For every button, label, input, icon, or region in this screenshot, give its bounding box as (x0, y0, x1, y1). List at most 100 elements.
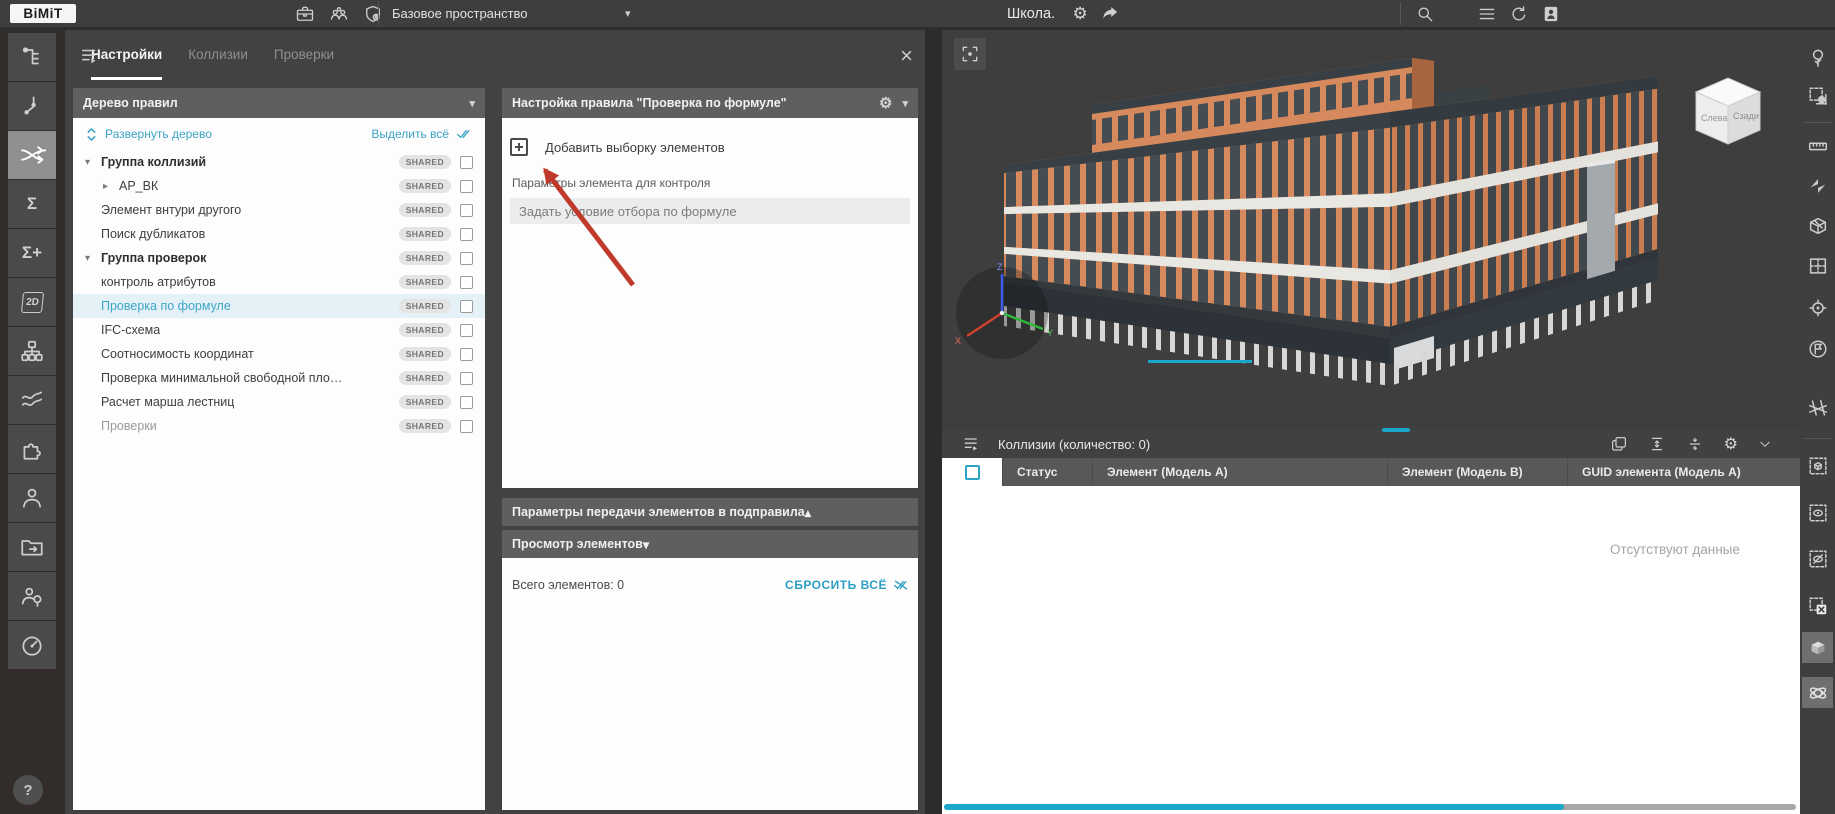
measure-between-icon[interactable] (1802, 392, 1833, 423)
projects-briefcase-icon[interactable] (292, 1, 318, 27)
row-checkbox[interactable] (460, 420, 473, 433)
tab-settings[interactable]: Настройки (91, 30, 162, 80)
orbit-mode-icon[interactable] (1802, 677, 1833, 708)
viewport-3d[interactable]: Слева Сзади Z Y X Коллизии (количество: … (942, 30, 1800, 814)
row-checkbox[interactable] (460, 180, 473, 193)
row-checkbox[interactable] (460, 348, 473, 361)
tab-checks[interactable]: Проверки (274, 30, 334, 80)
model-tree-icon[interactable] (8, 33, 56, 81)
caret-icon[interactable]: ▾ (85, 157, 101, 168)
tree-row[interactable]: ▾Группа коллизийSHARED (73, 150, 485, 174)
tree-row[interactable]: Проверка минимальной свободной площади с… (73, 366, 485, 390)
capture-selection-icon[interactable] (1802, 80, 1833, 111)
tree-row[interactable]: Расчет марша лестницSHARED (73, 390, 485, 414)
column-header[interactable]: Статус (1002, 458, 1092, 486)
group-copy-icon[interactable] (1610, 435, 1628, 453)
fit-rows-height-icon[interactable] (1648, 435, 1666, 453)
tree-row[interactable]: IFC-схемаSHARED (73, 318, 485, 342)
scrollbar-thumb[interactable] (944, 804, 1564, 810)
column-header[interactable]: Элемент (Модель B) (1387, 458, 1567, 486)
rule-settings-chevron-icon[interactable]: ▾ (902, 97, 908, 110)
isolate-elements-icon[interactable] (1802, 450, 1833, 481)
collisions-menu-icon[interactable] (962, 434, 982, 454)
tree-row[interactable]: ▸АР_ВКSHARED (73, 174, 485, 198)
expand-collapse-icon[interactable] (85, 127, 98, 142)
workspace-chevron-icon[interactable]: ▾ (625, 0, 631, 27)
flag-marker-icon[interactable] (1802, 333, 1833, 364)
trend-lines-icon[interactable] (8, 376, 56, 424)
gauge-icon[interactable] (8, 621, 56, 669)
row-checkbox[interactable] (460, 372, 473, 385)
preview-elements-header[interactable]: Просмотр элементов ▾ (502, 530, 918, 558)
select-all-checkbox[interactable] (965, 465, 980, 480)
project-settings-gear-icon[interactable]: ⚙ (1067, 1, 1093, 27)
hide-elements-icon[interactable] (1802, 543, 1833, 574)
team-users-icon[interactable] (326, 1, 352, 27)
tree-row[interactable]: ПроверкиSHARED (73, 414, 485, 438)
panel-drag-handle[interactable] (1382, 428, 1410, 432)
row-checkbox[interactable] (460, 324, 473, 337)
user-badge-icon[interactable] (1538, 1, 1564, 27)
sync-icon[interactable] (1506, 1, 1532, 27)
section-box-icon[interactable] (1802, 210, 1833, 241)
clear-selection-icon[interactable] (1802, 590, 1833, 621)
org-chart-icon[interactable] (8, 327, 56, 375)
collapse-chevron-icon[interactable]: ▾ (469, 97, 475, 110)
focus-view-icon[interactable] (954, 38, 986, 70)
transfer-chevron-up-icon[interactable]: ▴ (805, 505, 811, 520)
panel-menu-icon[interactable] (79, 45, 101, 67)
row-checkbox[interactable] (460, 396, 473, 409)
preview-chevron-down-icon[interactable]: ▾ (643, 537, 649, 552)
expand-tree-link[interactable]: Развернуть дерево (105, 127, 212, 141)
sigma-icon[interactable]: Σ (8, 180, 56, 228)
list-menu-icon[interactable] (1474, 1, 1500, 27)
rule-settings-gear-icon[interactable]: ⚙ (879, 94, 892, 112)
locate-target-icon[interactable] (1802, 292, 1833, 323)
tree-row[interactable]: Поиск дубликатовSHARED (73, 222, 485, 246)
tree-row[interactable]: Проверка по формулеSHARED (73, 294, 485, 318)
tab-collisions[interactable]: Коллизии (188, 30, 248, 80)
select-branch-icon[interactable] (8, 82, 56, 130)
collision-check-icon[interactable] (8, 131, 56, 179)
clash-flash-icon[interactable] (1802, 170, 1833, 201)
compress-rows-icon[interactable] (1686, 435, 1704, 453)
rule-tree-header[interactable]: Дерево правил ▾ (73, 88, 485, 118)
ruler-icon[interactable] (1802, 130, 1833, 161)
add-selection-button[interactable]: Добавить выборку элементов (510, 138, 725, 156)
floor-plan-icon[interactable] (1802, 250, 1833, 281)
vegetation-icon[interactable] (1802, 42, 1833, 73)
row-checkbox[interactable] (460, 204, 473, 217)
row-checkbox[interactable] (460, 300, 473, 313)
reset-all-button[interactable]: СБРОСИТЬ ВСЁ (785, 578, 910, 592)
caret-icon[interactable]: ▾ (85, 253, 101, 264)
transfer-params-header[interactable]: Параметры передачи элементов в подправил… (502, 498, 918, 526)
share-icon[interactable] (1097, 1, 1123, 27)
column-header[interactable]: GUID элемента (Модель A) (1567, 458, 1800, 486)
caret-icon[interactable]: ▸ (103, 181, 119, 192)
view-cube[interactable]: Слева Сзади (1684, 66, 1772, 152)
search-icon[interactable] (1412, 1, 1438, 27)
row-checkbox[interactable] (460, 276, 473, 289)
2d-view-icon[interactable]: 2D (8, 278, 56, 326)
tree-row[interactable]: контроль атрибутовSHARED (73, 270, 485, 294)
help-button[interactable]: ? (13, 775, 43, 805)
double-check-icon[interactable] (456, 127, 473, 141)
workspace-selector[interactable]: Базовое пространство (392, 0, 528, 27)
collisions-collapse-chevron-icon[interactable] (1758, 437, 1772, 451)
close-icon[interactable]: × (900, 46, 913, 66)
select-all-link[interactable]: Выделить всё (371, 127, 449, 141)
user-location-icon[interactable] (8, 572, 56, 620)
plugins-puzzle-icon[interactable] (8, 425, 56, 473)
horizontal-scrollbar[interactable] (944, 804, 1796, 810)
tree-row[interactable]: Элемент внтури другогоSHARED (73, 198, 485, 222)
tree-row[interactable]: Соотносимость координатSHARED (73, 342, 485, 366)
shield-user-icon[interactable] (360, 1, 386, 27)
folder-share-icon[interactable] (8, 523, 56, 571)
row-checkbox[interactable] (460, 252, 473, 265)
user-icon[interactable] (8, 474, 56, 522)
row-checkbox[interactable] (460, 228, 473, 241)
row-checkbox[interactable] (460, 156, 473, 169)
column-header[interactable]: Элемент (Модель A) (1092, 458, 1387, 486)
formula-condition-field[interactable]: Задать условие отбора по формуле (510, 198, 910, 224)
show-elements-icon[interactable] (1802, 497, 1833, 528)
